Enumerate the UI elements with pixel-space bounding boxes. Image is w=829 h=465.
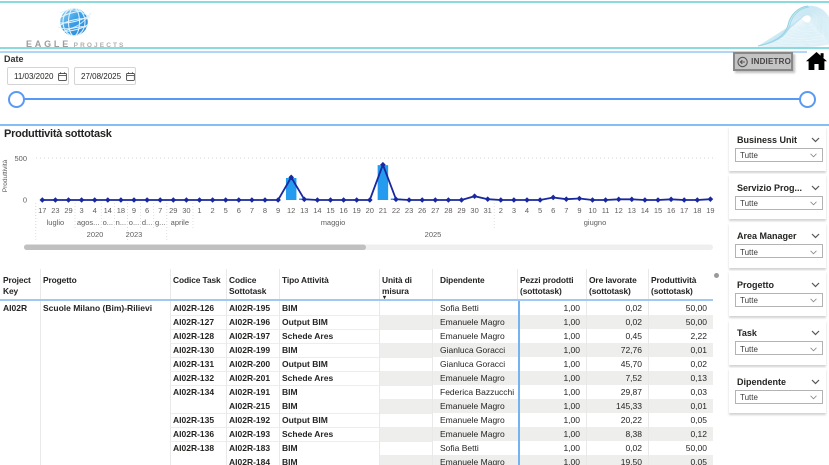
svg-text:2023: 2023 — [126, 230, 143, 239]
svg-text:o...: o... — [129, 218, 139, 227]
svg-text:3: 3 — [512, 206, 516, 215]
svg-text:26: 26 — [418, 206, 426, 215]
svg-text:29: 29 — [457, 206, 465, 215]
svg-text:luglio: luglio — [47, 218, 65, 227]
svg-text:7: 7 — [158, 206, 162, 215]
svg-text:g...: g... — [155, 218, 165, 227]
svg-text:2: 2 — [211, 206, 215, 215]
svg-text:5: 5 — [224, 206, 228, 215]
svg-text:agos...: agos... — [77, 218, 100, 227]
svg-text:14: 14 — [641, 206, 649, 215]
svg-text:28: 28 — [444, 206, 452, 215]
svg-text:9: 9 — [276, 206, 280, 215]
svg-text:22: 22 — [392, 206, 400, 215]
svg-text:23: 23 — [51, 206, 59, 215]
svg-text:6: 6 — [145, 206, 149, 215]
svg-text:giugno: giugno — [584, 218, 607, 227]
svg-text:11: 11 — [602, 206, 610, 215]
svg-text:7: 7 — [250, 206, 254, 215]
svg-text:12: 12 — [287, 206, 295, 215]
svg-text:30: 30 — [470, 206, 478, 215]
svg-text:aprile: aprile — [171, 218, 189, 227]
svg-text:2020: 2020 — [87, 230, 104, 239]
svg-text:15: 15 — [326, 206, 334, 215]
svg-text:maggio: maggio — [321, 218, 346, 227]
svg-text:21: 21 — [379, 206, 387, 215]
svg-text:16: 16 — [667, 206, 675, 215]
svg-text:29: 29 — [64, 206, 72, 215]
svg-text:6: 6 — [551, 206, 555, 215]
svg-text:5: 5 — [538, 206, 542, 215]
svg-text:o...: o... — [103, 218, 113, 227]
svg-text:1: 1 — [197, 206, 201, 215]
svg-text:29: 29 — [169, 206, 177, 215]
svg-text:19: 19 — [706, 206, 714, 215]
svg-text:16: 16 — [339, 206, 347, 215]
svg-text:4: 4 — [525, 206, 529, 215]
svg-text:n...: n... — [116, 218, 126, 227]
svg-text:500: 500 — [14, 154, 27, 163]
svg-text:23: 23 — [405, 206, 413, 215]
svg-text:7: 7 — [564, 206, 568, 215]
svg-text:18: 18 — [693, 206, 701, 215]
svg-text:3: 3 — [80, 206, 84, 215]
svg-text:15: 15 — [654, 206, 662, 215]
svg-text:20: 20 — [366, 206, 374, 215]
svg-text:18: 18 — [117, 206, 125, 215]
svg-text:2: 2 — [499, 206, 503, 215]
svg-text:30: 30 — [182, 206, 190, 215]
svg-text:9: 9 — [577, 206, 581, 215]
svg-text:27: 27 — [431, 206, 439, 215]
svg-text:17: 17 — [38, 206, 46, 215]
svg-text:31: 31 — [484, 206, 492, 215]
svg-text:13: 13 — [628, 206, 636, 215]
svg-text:10: 10 — [588, 206, 596, 215]
svg-text:Produttività: Produttività — [2, 159, 9, 192]
svg-text:14: 14 — [313, 206, 321, 215]
svg-text:6: 6 — [237, 206, 241, 215]
svg-text:4: 4 — [93, 206, 97, 215]
svg-text:8: 8 — [263, 206, 267, 215]
svg-text:12: 12 — [615, 206, 623, 215]
svg-text:0: 0 — [23, 196, 27, 205]
svg-text:17: 17 — [680, 206, 688, 215]
svg-text:d...: d... — [142, 218, 152, 227]
svg-text:2025: 2025 — [425, 230, 442, 239]
svg-text:9: 9 — [132, 206, 136, 215]
svg-text:13: 13 — [300, 206, 308, 215]
svg-text:14: 14 — [104, 206, 112, 215]
svg-text:19: 19 — [353, 206, 361, 215]
